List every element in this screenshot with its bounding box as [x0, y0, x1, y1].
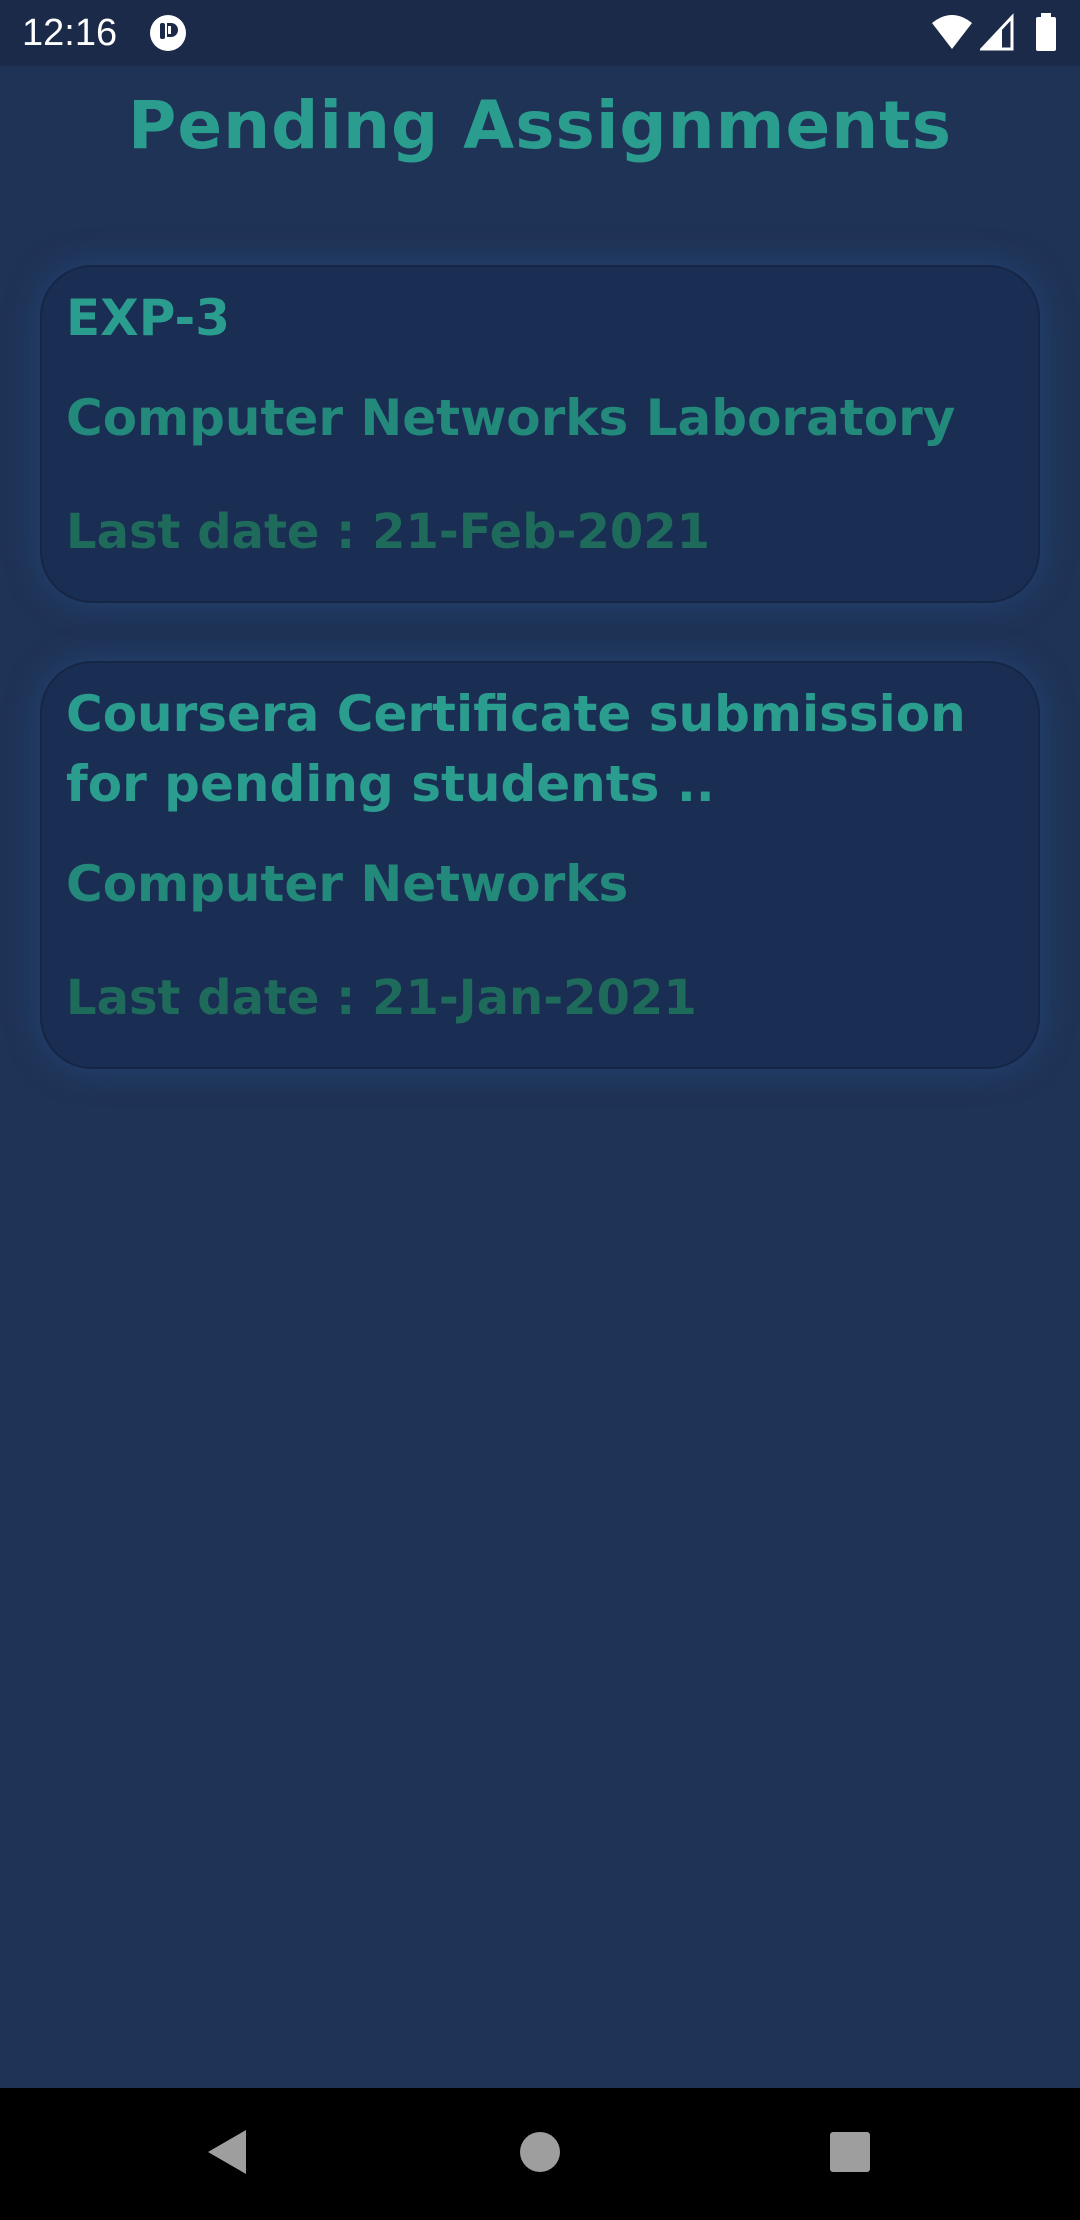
home-button[interactable]	[470, 2088, 610, 2220]
recents-icon	[829, 2131, 871, 2177]
assignment-card[interactable]: Coursera Certificate submission for pend…	[40, 661, 1040, 1069]
assignment-card[interactable]: EXP-3 Computer Networks Laboratory Last …	[40, 265, 1040, 603]
assignment-last-date: Last date : 21-Feb-2021	[66, 504, 711, 560]
app-notification-icon	[148, 13, 188, 53]
assignment-title: EXP-3	[66, 289, 231, 347]
page-title: Pending Assignments	[127, 87, 953, 164]
status-time: 12:16	[22, 12, 118, 54]
recents-button[interactable]	[780, 2088, 920, 2220]
status-bar: 12:16	[0, 0, 1080, 66]
assignment-title: Coursera Certificate submission for pend…	[66, 685, 966, 813]
assignment-subject: Computer Networks Laboratory	[66, 389, 956, 447]
navigation-bar	[0, 2088, 1080, 2220]
status-icons	[930, 13, 1060, 53]
back-button[interactable]	[156, 2088, 296, 2220]
home-icon	[519, 2131, 561, 2177]
back-icon	[204, 2128, 248, 2180]
assignment-last-date: Last date : 21-Jan-2021	[66, 970, 697, 1026]
assignment-subject: Computer Networks	[66, 855, 629, 913]
